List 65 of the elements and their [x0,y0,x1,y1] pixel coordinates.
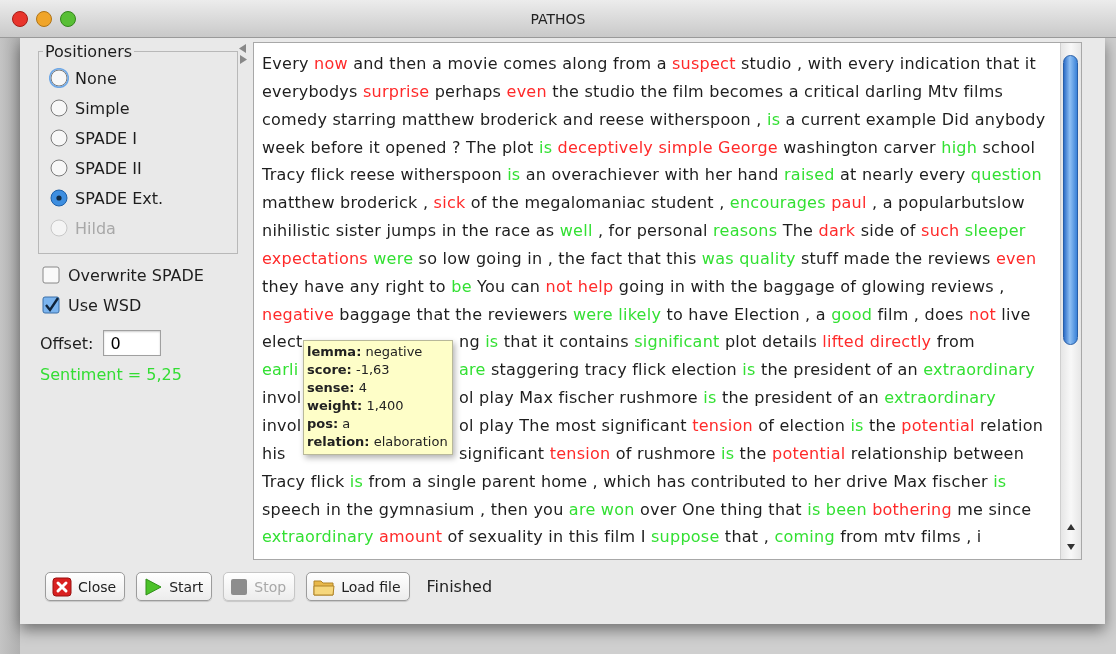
radio-label: Simple [75,98,130,118]
status-text: Finished [426,577,493,596]
checkbox[interactable] [42,266,60,284]
text-line: extraordinary amount of sexuality in this film I suppose that , coming from mtv films , i [262,527,982,547]
start-button[interactable]: Start [136,572,213,601]
text-line: comedy starring matthew broderick and reese witherspoon , is a current example Did anybody [262,109,1046,129]
text-line: speech in the gymnasium , then you are won over One thing that is been bothering me since [262,499,1032,519]
text-line: elect [262,332,303,352]
stop-icon [230,577,249,596]
scrollbar[interactable] [1060,43,1081,559]
radio-label: SPADE II [75,158,142,178]
sentiment-score: Sentiment = 5,25 [39,365,183,384]
text-line: negative baggage that the reviewers were likely to have Election , a good film , does not live [262,304,1031,324]
text-line: Tracy flick is from a single parent home , which has contributed to her drive Max fischer is [262,471,1007,491]
radio-button[interactable] [49,68,69,88]
tooltip-line: sense: 4 [307,379,368,397]
text-line: invol [262,388,302,408]
folder-icon [313,577,336,596]
text-line: ol play The most significant tension of election is the potential relation [459,415,1044,435]
collapse-left-icon[interactable] [239,44,247,53]
text-area[interactable] [253,42,1082,560]
text-line: ol play Max fischer rushmore is the president of an extraordinary [459,388,996,408]
text-line: his [262,443,286,463]
tooltip-line: lemma: negative [307,343,424,361]
radio-label: SPADE Ext. [75,188,164,208]
group-title: Positioners [44,42,134,61]
checkbox-label: Overwrite SPADE [68,265,204,285]
text-line: week before it opened ? The plot is deceptively simple George washington carver high school [262,137,1036,157]
tooltip-line: pos: a [307,415,352,433]
text-line: expectations were so low going in , the fact that this was quality stuff made the reviews even [262,248,1037,268]
radio-label: SPADE I [75,128,137,148]
close-button[interactable]: Close [45,572,126,601]
scrollbar-thumb[interactable] [1063,55,1078,345]
offset-label: Offset: [40,333,94,353]
text-line: invol [262,415,302,435]
load-file-button[interactable]: Load file [306,572,410,601]
offset-field[interactable]: 0 [103,330,162,356]
minimize-window-icon[interactable] [36,10,52,27]
checkbox[interactable] [42,296,60,314]
close-window-icon[interactable] [12,10,28,27]
text-line: everybodys surprise perhaps even the studio the film becomes a critical darling Mtv films [262,81,1004,101]
text-line: they have any right to be You can not help going in with the baggage of glowing reviews , [262,276,1005,296]
tooltip-line: score: -1,63 [307,361,391,379]
radio-button[interactable] [49,158,69,178]
expand-right-icon[interactable] [239,55,247,64]
radio-button[interactable] [49,188,69,208]
radio-label: Hilda [75,218,116,238]
text-line: nihilistic sister jumps in the race as well , for personal reasons The dark side of such sleeper [262,221,1026,241]
checkbox-label: Use WSD [68,295,142,315]
close-icon [52,576,72,597]
radio-button[interactable] [49,128,69,148]
tooltip-line: weight: 1,400 [307,397,405,415]
zoom-window-icon[interactable] [60,10,76,27]
tooltip-line: relation: elaboration [307,433,448,451]
radio-label: None [75,68,117,88]
text-line: matthew broderick , sick of the megalomaniac student , encourages paul , a popularbutslow [262,193,1025,213]
play-icon [143,576,164,597]
text-line: earli [262,360,299,380]
text-line: are staggering tracy flick election is the president of an extraordinary [459,360,1035,380]
radio-button[interactable] [49,98,69,118]
text-line: significant tension of rushmore is the potential relationship between [459,443,1025,463]
text-line: Every now and then a movie comes along from a suspect studio , with every indication that it [262,54,1037,73]
text-line: ng is that it contains significant plot details lifted directly from [459,332,975,352]
window-title: PATHOS [530,10,586,27]
text-line: Tracy flick reese witherspoon is an overachiever with her hand raised at nearly every question [262,165,1042,185]
